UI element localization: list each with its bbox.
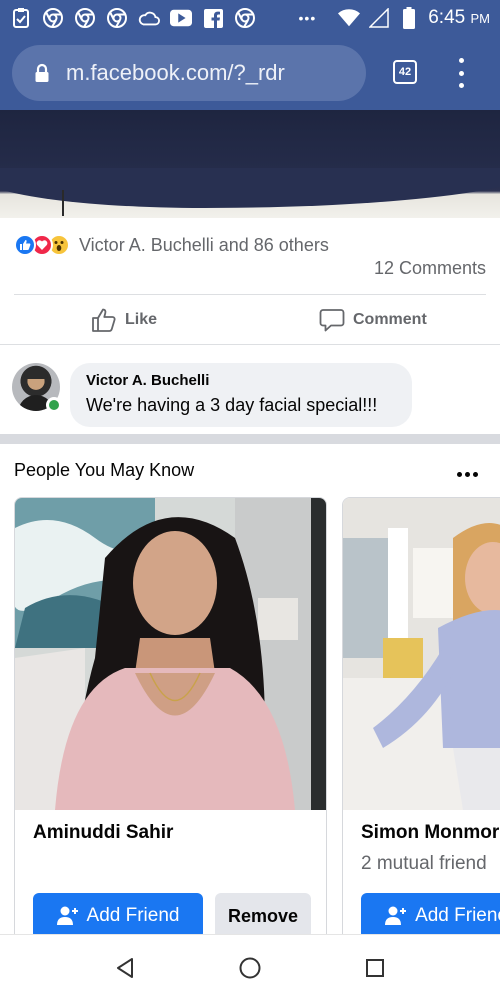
top-comment: Victor A. Buchelli We're having a 3 day … — [0, 344, 500, 434]
mutual-friends[interactable]: 2 mutual friend — [361, 853, 487, 875]
menu-dot — [458, 83, 464, 88]
like-label: Like — [125, 311, 158, 328]
menu-dot — [458, 70, 464, 76]
person-name[interactable]: Aminuddi Sahir — [33, 822, 173, 844]
screen: ••• 6:45 PM m.facebook.com/?_rdr 42 Vict… — [0, 0, 500, 1000]
pymk-title: People You May Know — [14, 460, 195, 480]
comment-label: Comment — [353, 311, 427, 328]
add-friend-label: Add Frienc — [415, 905, 500, 926]
menu-dot — [458, 58, 464, 63]
online-status-indicator — [46, 397, 62, 413]
url-text: m.facebook.com/?_rdr — [66, 60, 285, 85]
chrome-icon — [42, 7, 64, 29]
reactions-text: Victor A. Buchelli and 86 others — [79, 234, 329, 255]
add-friend-icon — [385, 906, 407, 925]
tab-switcher-button[interactable]: 42 — [393, 60, 417, 84]
recents-icon[interactable] — [362, 955, 388, 981]
post-photo-detail — [62, 190, 64, 216]
chrome-icon — [234, 7, 256, 29]
add-friend-button[interactable]: Add Friend — [33, 893, 203, 939]
comments-count-link[interactable]: 12 Comments — [374, 258, 486, 279]
youtube-icon — [170, 7, 192, 29]
remove-button[interactable]: Remove — [215, 893, 311, 939]
signal-icon — [368, 7, 390, 29]
address-bar[interactable]: m.facebook.com/?_rdr — [12, 45, 366, 101]
comment-author[interactable]: Victor A. Buchelli — [86, 372, 396, 389]
browser-toolbar: m.facebook.com/?_rdr 42 — [0, 36, 500, 110]
home-icon[interactable] — [237, 955, 263, 981]
notification-icons — [10, 7, 256, 29]
chrome-icon — [106, 7, 128, 29]
system-status: ••• 6:45 PM — [299, 7, 490, 29]
add-friend-icon — [56, 906, 78, 925]
post-actions-divider — [14, 294, 486, 295]
cloud-icon — [138, 7, 160, 29]
pymk-card[interactable]: Aminuddi Sahir Add Friend Remove — [14, 497, 327, 957]
comment-bubble-icon — [319, 309, 345, 332]
clipboard-icon — [10, 7, 32, 29]
post-photo-fabric — [0, 168, 500, 208]
comment-bubble[interactable]: Victor A. Buchelli We're having a 3 day … — [70, 363, 412, 427]
browser-menu-button[interactable] — [450, 58, 472, 88]
lock-icon — [34, 63, 50, 83]
section-separator — [0, 434, 500, 444]
clock: 6:45 PM — [428, 7, 490, 29]
wifi-icon — [338, 7, 361, 29]
thumbs-up-icon — [92, 308, 116, 332]
clock-ampm: PM — [470, 11, 491, 26]
more-dot — [473, 472, 478, 477]
reactions-summary[interactable]: Victor A. Buchelli and 86 others — [14, 232, 329, 258]
post-photo[interactable] — [0, 110, 500, 218]
pymk-card[interactable]: Simon Monmor 2 mutual friend Add Frienc — [342, 497, 500, 957]
avatar-hat — [24, 367, 48, 379]
overflow-notifications-icon: ••• — [298, 10, 317, 26]
profile-photo[interactable] — [343, 498, 500, 810]
battery-icon — [398, 7, 420, 29]
status-bar: ••• 6:45 PM — [0, 0, 500, 36]
like-reaction-icon — [14, 234, 36, 256]
person-name[interactable]: Simon Monmor — [361, 822, 499, 844]
like-button[interactable]: Like — [91, 306, 157, 334]
more-options-icon[interactable] — [457, 472, 478, 477]
more-dot — [457, 472, 462, 477]
clock-time: 6:45 — [428, 7, 466, 28]
comment-text: We're having a 3 day facial special!!! — [86, 395, 378, 415]
chrome-icon — [74, 7, 96, 29]
more-dot — [465, 472, 470, 477]
comment-button[interactable]: Comment — [319, 306, 427, 334]
android-nav-bar — [0, 934, 500, 1000]
add-friend-label: Add Friend — [86, 905, 180, 926]
profile-photo[interactable] — [15, 498, 326, 810]
add-friend-button[interactable]: Add Frienc — [361, 893, 500, 939]
facebook-icon — [202, 7, 224, 29]
back-icon[interactable] — [112, 955, 138, 981]
